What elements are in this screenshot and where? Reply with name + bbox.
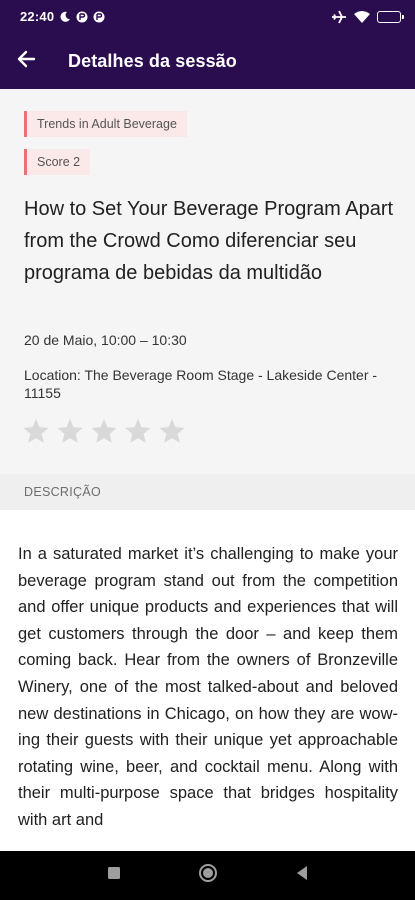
back-icon [295, 865, 309, 886]
session-header: Trends in Adult Beverage Score 2 How to … [0, 89, 415, 474]
recents-icon [107, 866, 121, 885]
home-icon [198, 863, 218, 888]
score-tag: Score 2 [24, 149, 91, 175]
star-icon[interactable] [22, 417, 50, 445]
airplane-icon [331, 10, 347, 24]
star-rating[interactable] [22, 417, 186, 445]
star-icon[interactable] [90, 417, 118, 445]
app-icon [76, 11, 88, 23]
session-title: How to Set Your Beverage Program Apart f… [24, 198, 394, 284]
system-nav-bar [0, 851, 415, 900]
star-icon[interactable] [158, 417, 186, 445]
track-tag[interactable]: Trends in Adult Beverage [24, 111, 187, 137]
session-location: Location: The Beverage Room Stage - Lake… [24, 367, 378, 401]
status-bar: 22:40 [0, 0, 415, 33]
home-button[interactable] [161, 851, 255, 900]
recents-button[interactable] [67, 851, 161, 900]
battery-icon [377, 10, 404, 23]
star-icon[interactable] [56, 417, 84, 445]
app-bar: Detalhes da sessão [0, 33, 415, 89]
wifi-icon [353, 10, 371, 24]
description-header: DESCRIÇÃO [0, 474, 415, 510]
page-title: Detalhes da sessão [68, 50, 237, 71]
description-text: In a saturated market it’s challenging t… [18, 545, 398, 829]
back-button[interactable] [0, 33, 52, 89]
session-time: 20 de Maio, 10:00 – 10:30 [24, 332, 187, 348]
moon-icon [59, 11, 71, 23]
status-time: 22:40 [20, 9, 55, 24]
arrow-left-icon [16, 50, 36, 73]
star-icon[interactable] [124, 417, 152, 445]
app-icon [93, 11, 105, 23]
nav-back-button[interactable] [255, 851, 349, 900]
